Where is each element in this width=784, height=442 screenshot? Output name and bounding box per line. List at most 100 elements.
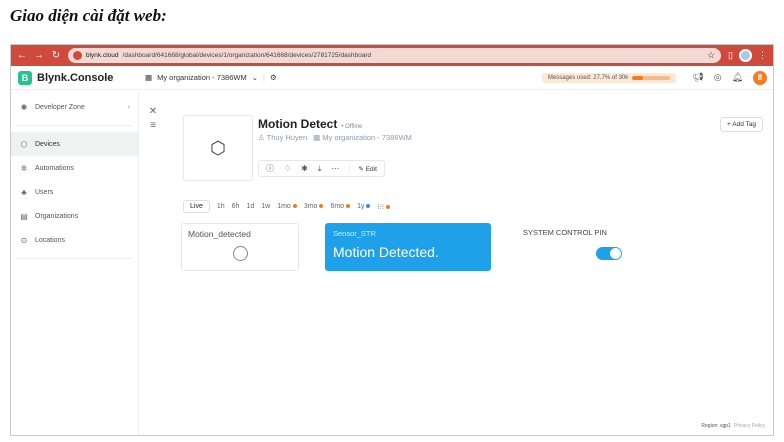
organization-selector[interactable]: ▦ My organization - 7386WM ⌄ | ⚙ xyxy=(139,73,277,82)
tab-label: Live xyxy=(190,203,203,210)
extensions-icon[interactable]: ▯ xyxy=(728,50,733,61)
sidebar-item-label: Locations xyxy=(35,236,65,244)
widget-title: SYSTEM CONTROL PIN xyxy=(523,228,607,237)
device-name: Motion Detect xyxy=(258,117,338,131)
premium-dot-icon xyxy=(346,204,351,209)
chevron-right-icon: › xyxy=(127,103,130,111)
sidebar-item-label: Automations xyxy=(35,164,74,172)
sidebar: ✱ Developer Zone › ⬡ Devices ✲ Automatio… xyxy=(11,91,139,435)
chevron-down-icon: ⌄ xyxy=(251,73,259,82)
address-bar[interactable]: blynk.cloud/dashboard/641668/global/devi… xyxy=(68,48,722,63)
tab-range[interactable]: 1w xyxy=(261,203,270,210)
devices-icon: ⬡ xyxy=(20,139,28,149)
browser-window: ← → ↻ blynk.cloud/dashboard/641668/globa… xyxy=(10,44,774,436)
back-icon[interactable]: ← xyxy=(17,45,27,66)
tab-label: 1h xyxy=(216,203,225,210)
sidebar-item-users[interactable]: ♣ Users xyxy=(11,180,138,204)
sensor-str-widget: Sensor_STR Motion Detected. xyxy=(325,223,491,271)
brand[interactable]: B Blynk.Console xyxy=(11,70,139,85)
system-control-switch[interactable] xyxy=(596,247,622,260)
site-settings-icon[interactable] xyxy=(73,51,82,60)
panel-controls: ✕ ≡ xyxy=(148,105,158,133)
led-indicator xyxy=(233,246,248,261)
url-path: /dashboard/641668/global/devices/1/organ… xyxy=(122,52,372,59)
time-range-tabs: Live 1h 6h 1d 1w 1mo 3mo 6mo 1y ⁝⁝⁝ xyxy=(183,200,391,213)
close-icon[interactable]: ✕ xyxy=(148,105,158,119)
tab-label: ⁝⁝⁝ xyxy=(377,203,385,211)
tab-range[interactable]: 1mo xyxy=(277,203,297,210)
widget-title: Sensor_STR xyxy=(333,229,376,238)
hamburger-menu-icon[interactable]: ≡ xyxy=(148,119,158,133)
info-icon[interactable]: ⓘ xyxy=(266,163,274,174)
tab-label: 3mo xyxy=(303,203,318,210)
sidebar-item-label: Organizations xyxy=(35,212,79,220)
sidebar-item-label: Developer Zone xyxy=(35,103,85,111)
device-toolbar: ⓘ ♢ ✱ ⤓ ⋯ ✎ Edit xyxy=(258,160,385,177)
messages-usage-bar xyxy=(632,75,671,80)
add-tag-button[interactable]: + Add Tag xyxy=(720,117,763,132)
tab-range[interactable]: 6mo xyxy=(330,203,351,210)
motion-detected-widget: Motion_detected xyxy=(181,223,299,271)
tab-range[interactable]: 1y xyxy=(357,203,371,210)
tab-label: 6h xyxy=(231,203,240,210)
tab-range[interactable]: 6h xyxy=(232,203,240,210)
tab-live[interactable]: Live xyxy=(183,200,210,213)
premium-dot-icon xyxy=(319,204,324,209)
device-title: Motion Detect • Offline xyxy=(258,117,362,131)
download-icon[interactable]: ⤓ xyxy=(318,164,322,174)
device-owner-row: ♙ Thuy Huyen ▦ My organization - 7386WM xyxy=(258,133,412,142)
tab-range[interactable]: 3mo xyxy=(304,203,324,210)
profile-avatar[interactable] xyxy=(739,49,752,62)
privacy-policy-link[interactable]: Privacy Policy xyxy=(734,423,765,429)
sidebar-item-automations[interactable]: ✲ Automations xyxy=(11,156,138,180)
forward-icon[interactable]: → xyxy=(34,45,44,66)
page-heading: Giao diện cài đặt web: xyxy=(10,6,167,25)
more-icon[interactable]: ⋯ xyxy=(331,164,339,173)
premium-dot-icon xyxy=(292,204,297,209)
tab-range[interactable]: ⁝⁝⁝ xyxy=(377,203,391,211)
reload-icon[interactable]: ↻ xyxy=(51,45,61,66)
widget-title: Motion_detected xyxy=(188,229,251,239)
sidebar-item-devices[interactable]: ⬡ Devices xyxy=(11,132,138,156)
sidebar-item-label: Devices xyxy=(35,140,60,148)
megaphone-icon[interactable]: 📢︎ xyxy=(692,72,703,83)
device-image-placeholder: ⬡ xyxy=(183,115,253,181)
cube-icon: ⬡ xyxy=(210,137,226,158)
developer-tools-icon[interactable]: ✱ xyxy=(301,164,308,173)
automations-icon: ✲ xyxy=(20,163,28,173)
organization-name: My organization - 7386WM xyxy=(157,73,247,82)
messages-usage-badge[interactable]: Messages used: 27.7% of 30k xyxy=(541,72,677,83)
users-icon: ♣ xyxy=(21,187,27,197)
tab-label: 1y xyxy=(357,203,365,210)
sidebar-item-locations[interactable]: ⊙ Locations xyxy=(11,228,138,252)
system-control-widget: SYSTEM CONTROL PIN xyxy=(517,223,647,271)
notifications-bell-icon[interactable]: 🔔︎ xyxy=(732,72,743,83)
notifications-icon[interactable]: ♢ xyxy=(284,164,291,173)
tab-label: 6mo xyxy=(330,203,345,210)
brand-name: Blynk.Console xyxy=(37,71,114,84)
url-host: blynk.cloud xyxy=(86,52,119,59)
footer: Region: sgp1 Privacy Policy xyxy=(701,423,765,429)
device-status: • Offline xyxy=(341,124,363,130)
tab-range[interactable]: 1h xyxy=(217,203,225,210)
developer-zone-icon: ✱ xyxy=(20,102,28,112)
tab-label: 1mo xyxy=(277,203,291,210)
location-icon: ⊙ xyxy=(20,235,28,245)
tab-range[interactable]: 1d xyxy=(246,203,254,210)
blynk-logo-icon: B xyxy=(18,70,32,85)
device-owner[interactable]: ♙ Thuy Huyen xyxy=(258,133,307,142)
region-label: Region: sgp1 xyxy=(701,423,731,429)
device-organization[interactable]: ▦ My organization - 7386WM xyxy=(313,133,412,142)
premium-dot-icon xyxy=(386,204,391,209)
sidebar-item-label: Users xyxy=(35,188,54,196)
edit-button[interactable]: ✎ Edit xyxy=(349,164,377,173)
tab-label: 1d xyxy=(246,203,255,210)
user-avatar[interactable]: 8 xyxy=(753,70,767,85)
sidebar-item-developer-zone[interactable]: ✱ Developer Zone › xyxy=(11,95,138,119)
bookmark-star-icon[interactable]: ☆ xyxy=(707,50,715,61)
sidebar-item-organizations[interactable]: ▤ Organizations xyxy=(11,204,138,228)
settings-gear-icon[interactable]: ⚙ xyxy=(270,73,277,82)
help-icon[interactable]: ◎ xyxy=(714,72,722,83)
menu-kebab-icon[interactable]: ⋮ xyxy=(758,50,767,61)
organizations-icon: ▤ xyxy=(20,211,28,221)
